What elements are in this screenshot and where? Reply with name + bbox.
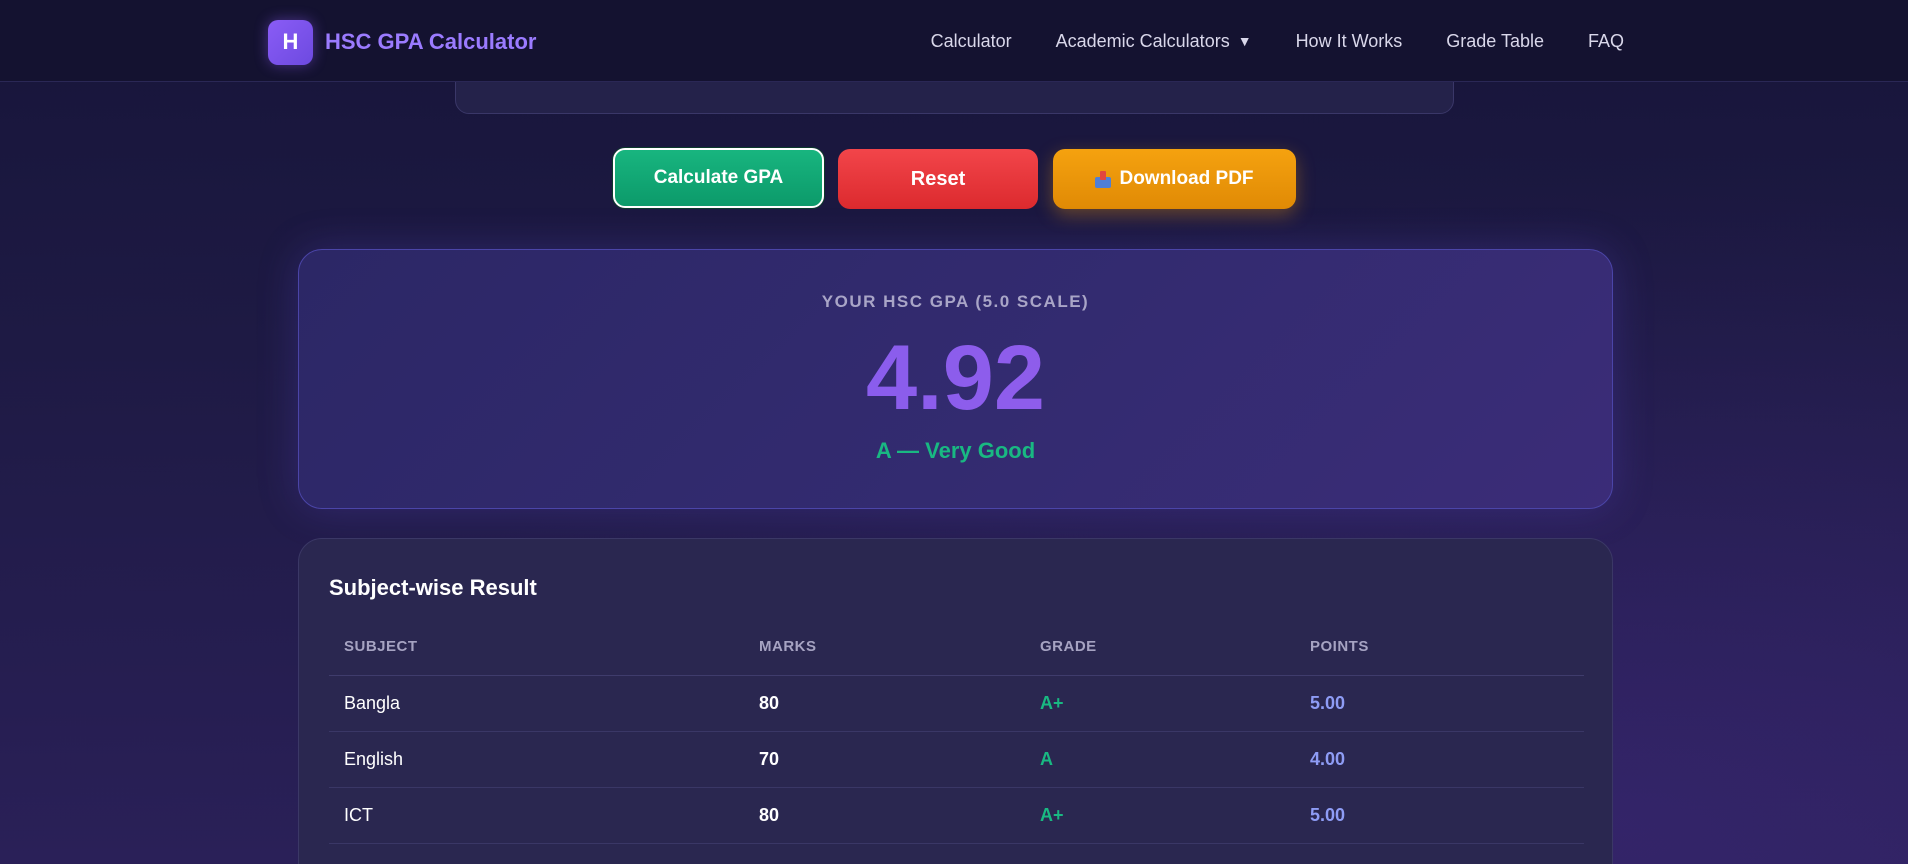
cell-grade: A+ xyxy=(1025,787,1295,844)
table-row: Bangla 80 A+ 5.00 xyxy=(329,675,1584,732)
nav-item-faq[interactable]: FAQ xyxy=(1588,31,1624,52)
subject-results-title: Subject-wise Result xyxy=(329,575,537,600)
gpa-grade-text: A — Very Good xyxy=(875,438,1036,463)
cell-marks: 80 xyxy=(744,675,1025,732)
table-header-row: SUBJECT MARKS GRADE POINTS xyxy=(329,619,1584,676)
cell-subject: ICT xyxy=(329,787,744,844)
cell-points: 5.00 xyxy=(1295,787,1584,844)
column-header-points: POINTS xyxy=(1295,619,1584,676)
cell-marks: 80 xyxy=(744,787,1025,844)
subject-results-card: Subject-wise Result SUBJECT MARKS GRADE … xyxy=(298,538,1613,864)
nav-item-how-it-works[interactable]: How It Works xyxy=(1296,31,1403,52)
gpa-result-card: YOUR HSC GPA (5.0 SCALE) 4.92 A — Very G… xyxy=(298,249,1613,509)
gpa-label: YOUR HSC GPA (5.0 SCALE) xyxy=(821,292,1090,311)
download-pdf-label: Download PDF xyxy=(1119,168,1254,189)
top-navbar: H HSC GPA Calculator Calculator Academic… xyxy=(0,0,1908,82)
cell-points: 5.00 xyxy=(1295,675,1584,732)
caret-down-icon: ▼ xyxy=(1237,33,1252,49)
column-header-subject: SUBJECT xyxy=(329,619,744,676)
download-pdf-button[interactable]: Download PDF xyxy=(1053,149,1296,209)
cell-subject: Bangla xyxy=(329,675,744,732)
brand-name: HSC GPA Calculator xyxy=(325,29,537,54)
table-row: English 70 A 4.00 xyxy=(329,731,1584,788)
brand-logo-icon: H xyxy=(268,19,313,65)
cell-marks: 70 xyxy=(744,731,1025,788)
column-header-marks: MARKS xyxy=(744,619,1025,676)
calculate-gpa-button[interactable]: Calculate GPA xyxy=(613,148,824,208)
cell-subject: English xyxy=(329,731,744,788)
subject-results-table: SUBJECT MARKS GRADE POINTS Bangla 80 A+ … xyxy=(329,619,1584,844)
gpa-value: 4.92 xyxy=(299,328,1612,428)
nav-item-calculator[interactable]: Calculator xyxy=(931,31,1012,52)
nav-item-label: Academic Calculators xyxy=(1055,30,1230,51)
nav-item-grade-table[interactable]: Grade Table xyxy=(1446,31,1544,52)
reset-button[interactable]: Reset xyxy=(838,149,1038,209)
cell-grade: A xyxy=(1025,731,1295,788)
cell-grade: A+ xyxy=(1025,675,1295,732)
brand[interactable]: H HSC GPA Calculator xyxy=(268,19,537,65)
nav-item-academic-calculators[interactable]: Academic Calculators ▼ xyxy=(1056,31,1252,52)
column-header-grade: GRADE xyxy=(1025,619,1295,676)
outbox-tray-icon xyxy=(1095,170,1112,188)
cell-points: 4.00 xyxy=(1295,731,1584,788)
table-row: ICT 80 A+ 5.00 xyxy=(329,787,1584,844)
nav-links: Calculator Academic Calculators ▼ How It… xyxy=(931,0,1624,82)
